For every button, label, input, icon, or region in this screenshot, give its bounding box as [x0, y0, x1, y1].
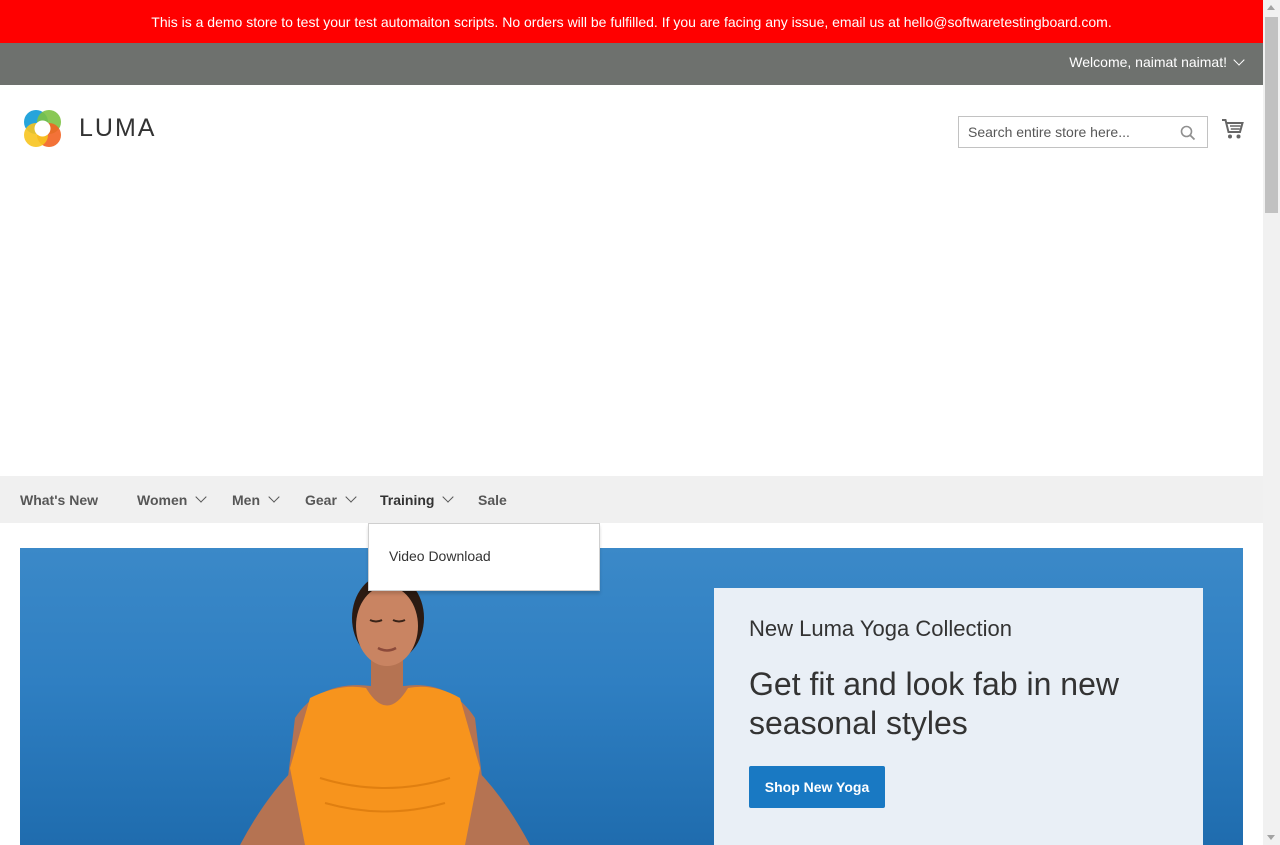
nav-item-training[interactable]: Training — [380, 476, 455, 523]
nav-item-label: Women — [137, 491, 188, 508]
chevron-down-icon — [345, 491, 357, 503]
nav-item-sale[interactable]: Sale — [478, 476, 507, 523]
shop-button-label: Shop New Yoga — [764, 779, 870, 795]
demo-notice-bar: This is a demo store to test your test a… — [0, 0, 1263, 43]
nav-item-label: Gear — [305, 491, 337, 508]
chevron-down-icon — [442, 491, 455, 503]
nav-item-label: Training — [380, 491, 435, 508]
shop-new-yoga-button[interactable]: Shop New Yoga — [749, 766, 885, 808]
search-input[interactable] — [959, 117, 1169, 147]
promo-title: Get fit and look fab in new seasonal sty… — [749, 666, 1119, 741]
page: This is a demo store to test your test a… — [0, 0, 1263, 845]
chevron-down-icon — [1233, 54, 1245, 66]
promo-kicker: New Luma Yoga Collection — [749, 616, 1012, 641]
search-icon[interactable] — [1180, 125, 1196, 141]
nav-item-gear[interactable]: Gear — [305, 476, 357, 523]
search-box — [958, 116, 1208, 148]
luma-logo[interactable]: LUMA — [20, 106, 156, 151]
page-scrollbar[interactable] — [1263, 0, 1280, 845]
chevron-down-icon — [195, 491, 207, 503]
nav-item-label: Sale — [478, 491, 507, 508]
logo-text: LUMA — [79, 114, 157, 142]
main-navigation: What's New Women Men Gear Training Sale — [0, 476, 1263, 523]
nav-item-women[interactable]: Women — [137, 476, 207, 523]
nav-item-label: What's New — [20, 491, 99, 508]
submenu-item-video-download[interactable]: Video Download — [389, 548, 491, 564]
training-submenu: Video Download — [368, 523, 600, 591]
scroll-up-arrow-icon[interactable] — [1267, 5, 1275, 10]
customer-welcome-menu[interactable]: Welcome, naimat naimat! — [1069, 54, 1245, 70]
nav-item-label: Men — [232, 491, 260, 508]
chevron-down-icon — [268, 491, 280, 503]
nav-item-men[interactable]: Men — [232, 476, 280, 523]
luma-logo-icon — [24, 110, 61, 147]
promo-panel: New Luma Yoga Collection Get fit and loo… — [714, 588, 1203, 845]
scroll-down-arrow-icon[interactable] — [1267, 835, 1275, 840]
hero-banner[interactable]: New Luma Yoga Collection Get fit and loo… — [20, 548, 1243, 845]
scroll-thumb[interactable] — [1265, 17, 1278, 213]
top-bar: Welcome, naimat naimat! — [0, 43, 1263, 85]
demo-notice-text: This is a demo store to test your test a… — [151, 13, 1112, 30]
welcome-text: Welcome, naimat naimat! — [1069, 54, 1227, 70]
nav-item-whats-new[interactable]: What's New — [20, 476, 98, 523]
hero-yoga-image — [240, 574, 530, 845]
cart-icon[interactable] — [1221, 118, 1244, 140]
